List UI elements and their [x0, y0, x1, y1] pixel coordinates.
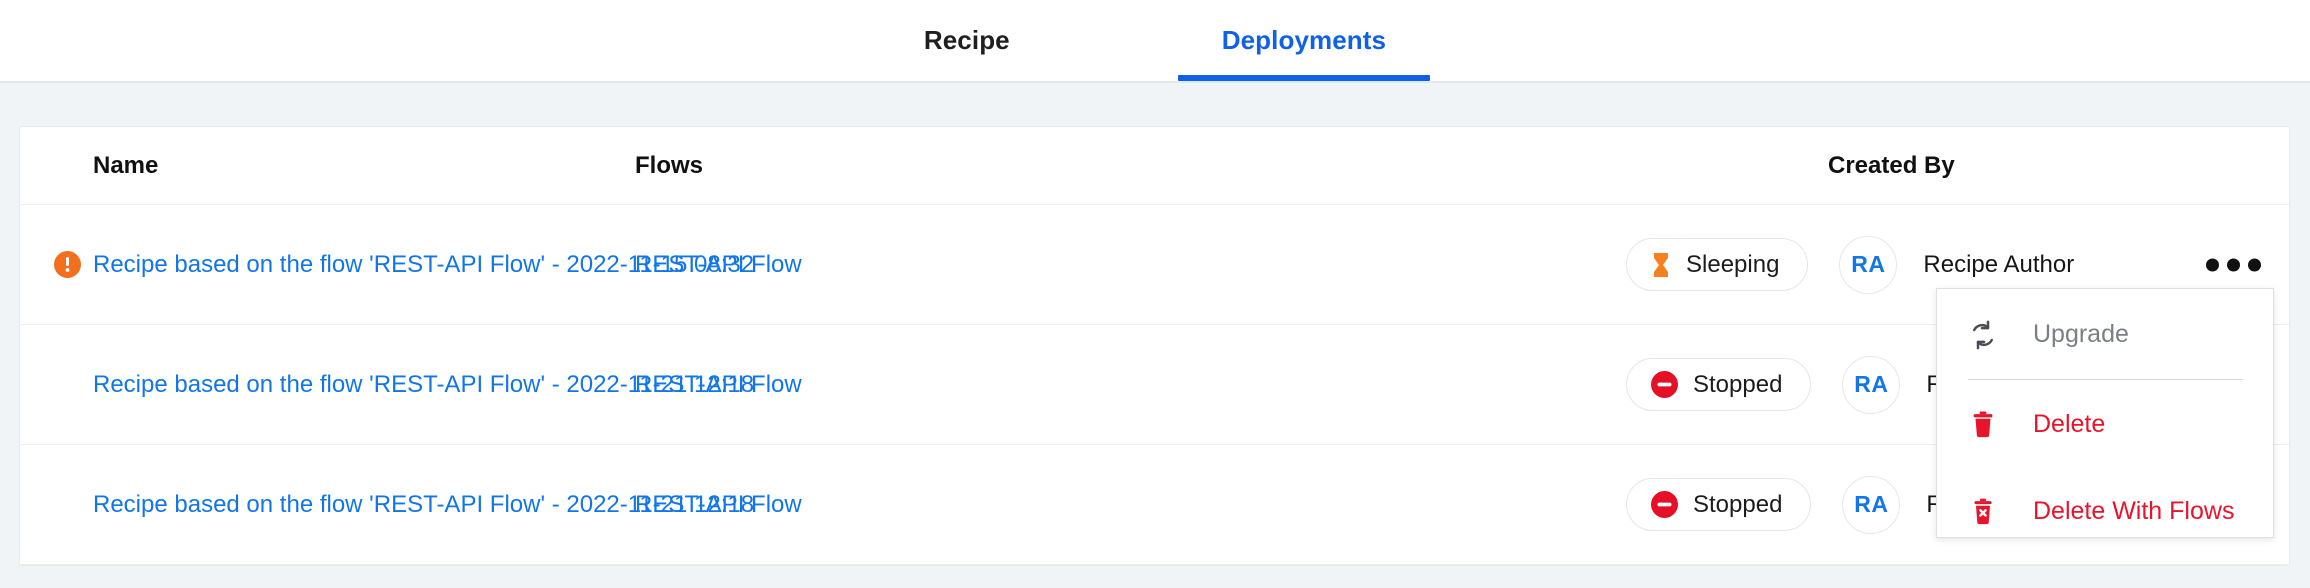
warning-exclamation-icon	[54, 251, 81, 278]
stop-circle-icon	[1651, 371, 1678, 398]
tab-recipe-label: Recipe	[923, 25, 1010, 55]
stop-circle-icon	[1651, 491, 1678, 518]
tab-deployments-label: Deployments	[1221, 25, 1387, 55]
flow-link[interactable]: REST-API Flow	[635, 371, 802, 399]
menu-item-delete-label: Delete	[2033, 410, 2106, 438]
avatar[interactable]: RA	[1839, 235, 1898, 294]
status-label: Stopped	[1693, 490, 1783, 518]
status-badge[interactable]: Stopped	[1626, 478, 1812, 531]
menu-item-upgrade-label: Upgrade	[2033, 320, 2129, 348]
avatar[interactable]: RA	[1842, 355, 1901, 414]
warning-slot	[54, 251, 93, 278]
trash-icon	[1968, 410, 2012, 440]
deployment-name-cell: Recipe based on the flow 'REST-API Flow'…	[20, 371, 754, 399]
tab-deployments[interactable]: Deployments	[1177, 0, 1431, 81]
trash-x-icon	[1968, 497, 2012, 527]
row-actions-kebab-icon[interactable]	[2200, 248, 2267, 281]
menu-separator	[1968, 379, 2243, 380]
kebab-dot	[2227, 258, 2240, 271]
column-header-flows: Flows	[635, 151, 704, 179]
menu-item-delete-with-flows-label: Delete With Flows	[2033, 497, 2235, 525]
avatar-initials: RA	[1854, 371, 1889, 397]
flow-link[interactable]: REST-API Flow	[635, 491, 802, 519]
tab-recipe[interactable]: Recipe	[880, 0, 1054, 81]
flow-link[interactable]: REST-API Flow	[635, 251, 802, 279]
menu-spacer	[1937, 460, 2273, 476]
avatar[interactable]: RA	[1842, 475, 1901, 534]
row-actions-menu: Upgrade Delete Delete With Flows	[1936, 288, 2274, 538]
tab-list: Recipe Deployments	[0, 0, 2310, 81]
flow-cell: REST-API Flow	[635, 491, 1490, 519]
avatar-initials: RA	[1851, 251, 1886, 277]
status-badge[interactable]: Stopped	[1626, 358, 1812, 411]
status-badge[interactable]: Sleeping	[1626, 238, 1809, 291]
kebab-dot	[2248, 258, 2261, 271]
menu-item-delete-with-flows[interactable]: Delete With Flows	[1937, 476, 2273, 547]
row-meta-cell: Sleeping RA Recipe Author	[1490, 235, 2289, 294]
avatar-initials: RA	[1854, 491, 1889, 517]
column-header-created-by: Created By	[1828, 151, 1955, 179]
flow-cell: REST-API Flow	[635, 371, 1490, 399]
table-header-row: Name Flows Created By	[20, 127, 2289, 205]
flow-cell: REST-API Flow	[635, 251, 1490, 279]
menu-item-delete[interactable]: Delete	[1937, 389, 2273, 460]
deployments-table-card: Name Flows Created By Recipe based on th…	[19, 126, 2290, 566]
menu-item-upgrade[interactable]: Upgrade	[1937, 299, 2273, 370]
created-by-name: Recipe Author	[1923, 250, 2075, 278]
top-tab-bar: Recipe Deployments	[0, 0, 2310, 83]
deployment-name-cell: Recipe based on the flow 'REST-API Flow'…	[20, 491, 754, 519]
kebab-dot	[2206, 258, 2219, 271]
hourglass-icon	[1651, 252, 1671, 278]
column-header-name: Name	[93, 151, 159, 179]
sync-refresh-icon	[1968, 320, 2012, 350]
deployment-name-cell: Recipe based on the flow 'REST-API Flow'…	[20, 251, 754, 279]
status-label: Stopped	[1693, 370, 1783, 398]
status-label: Sleeping	[1686, 250, 1780, 278]
